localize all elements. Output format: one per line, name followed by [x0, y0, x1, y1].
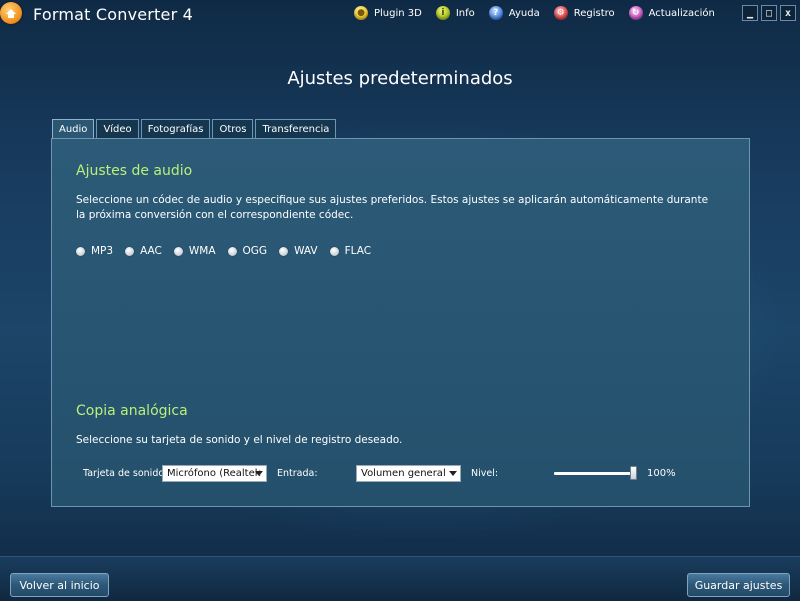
audio-settings-title: Ajustes de audio [76, 163, 193, 179]
info-icon: i [435, 6, 450, 20]
codec-radio-group: MP3 AAC WMA OGG WAV FLAC [76, 245, 383, 257]
plugin-3d-icon: ● [354, 6, 368, 20]
menu-item-help[interactable]: ? Ayuda [488, 6, 540, 20]
register-icon: ⚙ [553, 6, 568, 20]
radio-icon [173, 246, 183, 256]
close-button[interactable]: x [780, 5, 796, 21]
level-slider-fill [554, 472, 637, 475]
app-title: Format Converter 4 [33, 5, 194, 24]
codec-radio-wma[interactable]: WMA [173, 245, 216, 257]
soundcard-label: Tarjeta de sonido: [83, 468, 168, 479]
tab-audio[interactable]: Audio [52, 119, 95, 139]
codec-label: WMA [188, 245, 216, 257]
app-logo-icon [0, 2, 22, 24]
title-bar: Format Converter 4 ● Plugin 3D i Info ? … [0, 0, 800, 30]
menu-item-register[interactable]: ⚙ Registro [553, 6, 615, 20]
menu-item-label: Plugin 3D [374, 7, 422, 19]
codec-radio-mp3[interactable]: MP3 [76, 245, 113, 257]
window-controls: ▁ □ x [742, 5, 796, 21]
menu-item-plugin-3d[interactable]: ● Plugin 3D [354, 6, 422, 20]
codec-label: FLAC [344, 245, 372, 257]
codec-label: AAC [140, 245, 162, 257]
chevron-down-icon [449, 471, 457, 476]
chevron-down-icon [255, 471, 263, 476]
analog-copy-title: Copia analógica [76, 403, 188, 419]
codec-radio-flac[interactable]: FLAC [329, 245, 372, 257]
update-icon: ↻ [628, 6, 643, 20]
menu-item-label: Info [455, 7, 475, 19]
settings-panel: Ajustes de audio Seleccione un códec de … [51, 138, 750, 507]
radio-icon [76, 246, 85, 256]
codec-radio-ogg[interactable]: OGG [227, 245, 268, 257]
back-to-home-button[interactable]: Volver al inicio [10, 573, 109, 597]
codec-radio-wav[interactable]: WAV [279, 245, 318, 257]
input-select-value: Volumen general [361, 468, 446, 479]
tab-others[interactable]: Otros [212, 119, 254, 138]
maximize-button[interactable]: □ [761, 5, 777, 21]
input-label: Entrada: [277, 468, 318, 479]
codec-label: MP3 [91, 245, 114, 257]
menu-item-update[interactable]: ↻ Actualización [628, 6, 715, 20]
menu-item-label: Actualización [648, 7, 715, 19]
radio-icon [279, 246, 289, 256]
soundcard-select[interactable]: Micrófono (Realtek [162, 465, 267, 482]
radio-icon [227, 246, 237, 256]
codec-label: WAV [294, 245, 318, 257]
input-select[interactable]: Volumen general [356, 465, 461, 482]
menu-item-info[interactable]: i Info [435, 6, 475, 20]
level-value: 100% [647, 468, 676, 479]
menu-item-label: Registro [573, 7, 615, 19]
page-title: Ajustes predeterminados [287, 68, 513, 89]
level-label: Nivel: [471, 468, 499, 479]
analog-copy-description: Seleccione su tarjeta de sonido y el niv… [76, 434, 403, 446]
tab-video[interactable]: Vídeo [96, 119, 139, 138]
tab-photos[interactable]: Fotografías [140, 119, 211, 138]
radio-icon [125, 246, 135, 256]
level-slider-track[interactable] [554, 472, 637, 475]
top-menu: ● Plugin 3D i Info ? Ayuda ⚙ Registro ↻ … [354, 6, 729, 20]
soundcard-select-value: Micrófono (Realtek [167, 468, 261, 479]
codec-label: OGG [242, 245, 268, 257]
settings-tabs: Audio Vídeo Fotografías Otros Transferen… [52, 119, 338, 139]
codec-radio-aac[interactable]: AAC [125, 245, 162, 257]
audio-settings-description: Seleccione un códec de audio y especifiq… [76, 194, 709, 221]
tab-transfer[interactable]: Transferencia [255, 119, 337, 138]
level-slider-thumb[interactable] [630, 466, 637, 480]
minimize-button[interactable]: ▁ [742, 5, 758, 21]
footer-bar: Volver al inicio Guardar ajustes [0, 556, 800, 601]
help-icon: ? [488, 6, 503, 20]
menu-item-label: Ayuda [508, 7, 540, 19]
save-settings-button[interactable]: Guardar ajustes [687, 573, 790, 597]
radio-icon [329, 246, 339, 256]
